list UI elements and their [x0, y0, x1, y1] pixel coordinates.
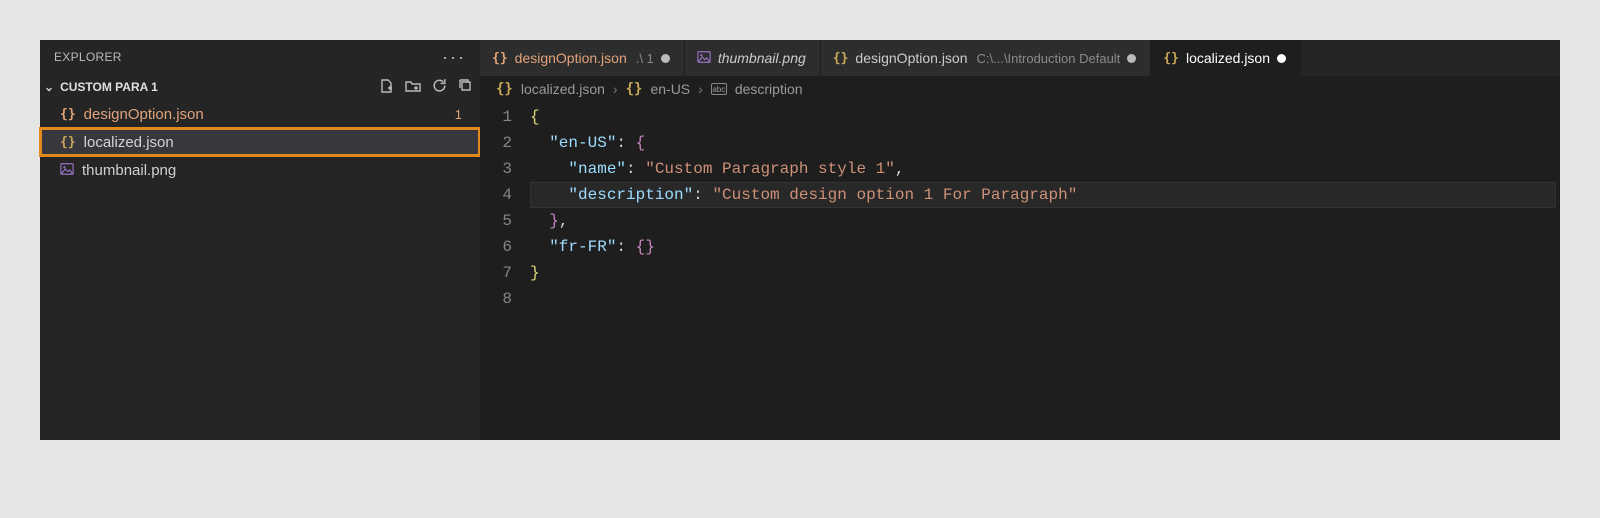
explorer-header: EXPLORER ··· — [40, 40, 480, 74]
editor-tabs: {} designOption.json .\ 1 thumbnail.png … — [480, 40, 1560, 76]
tab-thumbnail[interactable]: thumbnail.png — [685, 40, 821, 76]
code-token: {} — [636, 238, 655, 256]
json-icon: {} — [626, 81, 643, 97]
folder-section-header[interactable]: ⌄ CUSTOM PARA 1 — [40, 74, 480, 100]
image-icon — [697, 50, 711, 67]
breadcrumb-segment[interactable]: description — [735, 81, 803, 97]
line-number: 2 — [480, 130, 512, 156]
code-body[interactable]: { "en-US": { "name": "Custom Paragraph s… — [530, 104, 1560, 312]
json-icon: {} — [496, 81, 513, 97]
json-icon: {} — [60, 135, 76, 150]
file-item-thumbnail[interactable]: thumbnail.png — [40, 156, 480, 184]
json-icon: {} — [833, 51, 849, 66]
dirty-indicator-icon — [1277, 54, 1286, 63]
image-icon — [60, 162, 74, 179]
code-token: : — [626, 160, 645, 178]
json-icon: {} — [60, 107, 76, 122]
file-name: localized.json — [84, 134, 174, 151]
code-token: , — [559, 212, 569, 230]
breadcrumb-file[interactable]: localized.json — [521, 81, 605, 97]
code-token: , — [895, 160, 905, 178]
code-token: "Custom Paragraph style 1" — [645, 160, 895, 178]
refresh-icon[interactable] — [431, 77, 448, 97]
tab-title: designOption.json — [515, 50, 627, 66]
json-icon: {} — [492, 51, 508, 66]
explorer-sidebar: EXPLORER ··· ⌄ CUSTOM PARA 1 — [40, 40, 480, 440]
new-file-icon[interactable] — [379, 78, 395, 97]
string-icon: abc — [711, 83, 727, 95]
json-icon: {} — [1163, 51, 1179, 66]
tab-title: designOption.json — [855, 50, 967, 66]
file-item-localized[interactable]: {} localized.json — [40, 128, 480, 156]
code-token: } — [549, 212, 559, 230]
tab-title: localized.json — [1186, 50, 1270, 66]
line-gutter: 1 2 3 4 5 6 7 8 — [480, 104, 530, 312]
line-number: 3 — [480, 156, 512, 182]
more-actions-icon[interactable]: ··· — [442, 47, 466, 68]
new-folder-icon[interactable] — [405, 78, 421, 97]
explorer-toolbar — [379, 77, 474, 97]
code-token: { — [636, 134, 646, 152]
line-number: 6 — [480, 234, 512, 260]
line-number: 8 — [480, 286, 512, 312]
code-token: "fr-FR" — [549, 238, 616, 256]
chevron-right-icon: › — [698, 81, 703, 97]
code-token: { — [530, 108, 540, 126]
tab-designoption-1[interactable]: {} designOption.json .\ 1 — [480, 40, 685, 76]
file-name: designOption.json — [84, 106, 204, 123]
file-badge: 1 — [455, 107, 462, 122]
tab-title: thumbnail.png — [718, 50, 806, 66]
tab-subpath: C:\...\Introduction Default — [977, 51, 1121, 66]
editor-area: {} designOption.json .\ 1 thumbnail.png … — [480, 40, 1560, 440]
line-number: 4 — [480, 182, 512, 208]
dirty-indicator-icon — [1127, 54, 1136, 63]
line-number: 7 — [480, 260, 512, 286]
tab-subpath: .\ 1 — [636, 51, 654, 66]
tab-designoption-2[interactable]: {} designOption.json C:\...\Introduction… — [821, 40, 1152, 76]
code-token: "name" — [568, 160, 626, 178]
file-item-designoption[interactable]: {} designOption.json 1 — [40, 100, 480, 128]
file-tree: {} designOption.json 1 {} localized.json… — [40, 100, 480, 184]
breadcrumb-segment[interactable]: en-US — [650, 81, 690, 97]
code-editor[interactable]: 1 2 3 4 5 6 7 8 { "en-US": { "name": "Cu… — [480, 102, 1560, 312]
breadcrumb[interactable]: {} localized.json › {} en-US › abc descr… — [480, 76, 1560, 102]
chevron-right-icon: › — [613, 81, 618, 97]
vscode-window: EXPLORER ··· ⌄ CUSTOM PARA 1 — [40, 40, 1560, 440]
tab-localized[interactable]: {} localized.json — [1151, 40, 1301, 76]
code-token: : — [693, 186, 712, 204]
code-token: "en-US" — [549, 134, 616, 152]
code-token: "description" — [568, 186, 693, 204]
code-token: "Custom design option 1 For Paragraph" — [712, 186, 1077, 204]
file-name: thumbnail.png — [82, 162, 176, 179]
dirty-indicator-icon — [661, 54, 670, 63]
explorer-title: EXPLORER — [54, 50, 122, 64]
line-number: 5 — [480, 208, 512, 234]
chevron-down-icon: ⌄ — [44, 80, 54, 94]
folder-name: CUSTOM PARA 1 — [60, 80, 158, 94]
line-number: 1 — [480, 104, 512, 130]
code-token: : — [616, 238, 635, 256]
code-token: } — [530, 264, 540, 282]
collapse-all-icon[interactable] — [458, 78, 474, 97]
code-token: : — [616, 134, 635, 152]
